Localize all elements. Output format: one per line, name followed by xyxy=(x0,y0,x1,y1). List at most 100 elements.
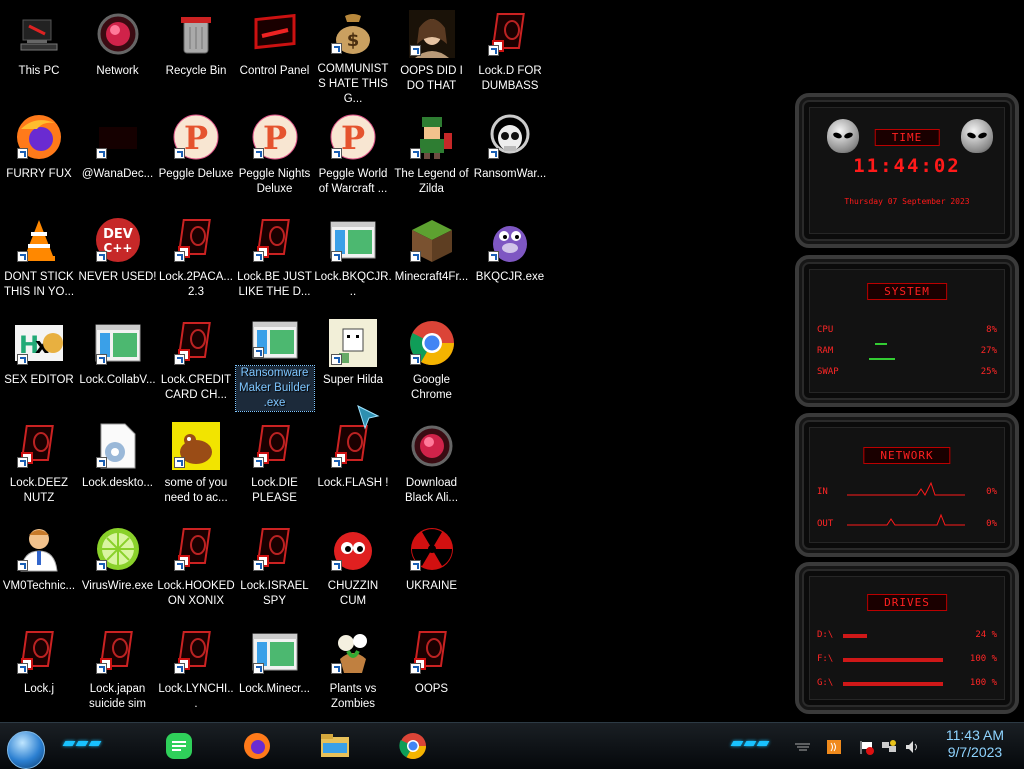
svg-text:P: P xyxy=(262,119,286,157)
desktop-icon-never-used[interactable]: DEV C++ NEVER USED! xyxy=(79,208,157,308)
shortcut-arrow-icon xyxy=(331,251,342,262)
desktop-icon-label: CHUZZIN CUM xyxy=(327,580,379,607)
desktop-icon-network[interactable]: Network xyxy=(79,2,157,102)
desktop-icon-some-of-you-need-to-ac[interactable]: some of you need to ac... xyxy=(157,414,235,514)
ram-graph xyxy=(875,343,887,345)
desktop-icon-label: Lock.deskto... xyxy=(82,477,153,489)
desktop-icon-lock-bkqcjr[interactable]: Lock.BKQCJR... xyxy=(314,208,392,308)
taskbar-clock[interactable]: 11:43 AM 9/7/2023 xyxy=(946,727,1004,761)
desktop-icon-lock-d-for-dumbass[interactable]: Lock.D FOR DUMBASS xyxy=(471,2,549,102)
desktop-icon-lock-credit-card-ch[interactable]: Lock.CREDIT CARD CH... xyxy=(157,311,235,411)
desktop-icon-lock-collabv[interactable]: Lock.CollabV... xyxy=(79,311,157,411)
shortcut-arrow-icon xyxy=(95,663,107,674)
desktop-icon-furry-fux[interactable]: FURRY FUX xyxy=(0,105,78,205)
desktop-icon-recycle-bin[interactable]: Recycle Bin xyxy=(157,2,235,102)
shortcut-arrow-icon xyxy=(331,560,342,571)
desktop-icon-label: This PC xyxy=(18,65,60,77)
desktop-icon-plants-vs-zombies[interactable]: Plants vs Zombies xyxy=(314,620,392,720)
lock-icon xyxy=(172,628,220,676)
shortcut-arrow-icon xyxy=(331,354,342,365)
desktop[interactable]: This PC FURRY FUX DONT STICK THIS IN YO...… xyxy=(0,0,785,722)
desktop-icon-vm0technic[interactable]: VM0Technic... xyxy=(0,517,78,617)
firefox-icon[interactable] xyxy=(240,729,274,763)
desktop-icon-lock-j[interactable]: Lock.j xyxy=(0,620,78,720)
desktop-icon-lock-die-please[interactable]: Lock.DIE PLEASE xyxy=(236,414,314,514)
desktop-icon-this-pc[interactable]: This PC xyxy=(0,2,78,102)
desktop-icon-ukraine[interactable]: UKRAINE xyxy=(393,517,471,617)
file-explorer-icon[interactable] xyxy=(318,729,352,763)
shortcut-arrow-icon xyxy=(174,354,185,365)
desktop-icon-minecraft4fr[interactable]: Minecraft4Fr... xyxy=(393,208,471,308)
desktop-icon-lock-be-just-like-the-d[interactable]: Lock.BE JUST LIKE THE D... xyxy=(236,208,314,308)
desktop-icon-communists-hate-this-g[interactable]: $ COMMUNISTS HATE THIS G... xyxy=(314,2,392,105)
desktop-icon-super-hilda[interactable]: Super Hilda xyxy=(314,311,392,411)
desktop-icon-peggle-nights-deluxe[interactable]: P Peggle Nights Deluxe xyxy=(236,105,314,205)
desktop-icon-peggle-world-of-warcraft[interactable]: P Peggle World of Warcraft ... xyxy=(314,105,392,205)
desktop-icon-label: FURRY FUX xyxy=(6,168,72,180)
desktop-icon-lock-israel-spy[interactable]: Lock.ISRAEL SPY xyxy=(236,517,314,617)
desktop-icon-bkqcjr-exe[interactable]: BKQCJR.exe xyxy=(471,208,549,308)
desktop-icon-lock-minecr[interactable]: Lock.Minecr... xyxy=(236,620,314,720)
desktop-icon-lock-hooked-on-xonix[interactable]: Lock.HOOKED ON XONIX xyxy=(157,517,235,617)
action-center-flag-icon[interactable] xyxy=(858,739,874,755)
desktop-icon-label: SEX EDITOR xyxy=(4,374,74,386)
network-widget-title: NETWORK xyxy=(863,447,951,464)
desktop-icon-label: Lock.D FOR DUMBASS xyxy=(478,65,542,92)
shortcut-arrow-icon xyxy=(17,148,28,159)
desktop-icon-label: @WanaDec... xyxy=(81,168,154,180)
desktop-icon-viruswire-exe[interactable]: VirusWire.exe xyxy=(79,517,157,617)
desktop-icon-ransomware-maker-builder-exe[interactable]: Ransomware Maker Builder .exe xyxy=(234,311,315,412)
desktop-icon-google-chrome[interactable]: Google Chrome xyxy=(393,311,471,411)
desktop-icon-peggle-deluxe[interactable]: P Peggle Deluxe xyxy=(157,105,235,205)
desktop-icon-chuzzin-cum[interactable]: CHUZZIN CUM xyxy=(314,517,392,617)
desktop-icon-label: Download Black Ali... xyxy=(404,477,459,504)
desktop-icon-ransomwar[interactable]: RansomWar... xyxy=(471,105,549,205)
shortcut-arrow-icon xyxy=(174,560,185,571)
desktop-icon-download-black-ali[interactable]: Download Black Ali... xyxy=(393,414,471,514)
desktop-icon-lock-lynchi[interactable]: Lock.LYNCHI... xyxy=(157,620,235,720)
desktop-icon-label: some of you need to ac... xyxy=(164,477,228,504)
drive-usage-bar xyxy=(843,682,943,686)
desktop-icon-oops-did-i-do-that[interactable]: OOPS DID I DO THAT xyxy=(393,2,471,102)
drive-value: 100 % xyxy=(969,654,997,664)
show-hidden-icons-icon[interactable] xyxy=(794,739,810,755)
window-icon xyxy=(251,628,299,676)
drive-label: F:\ xyxy=(817,654,834,664)
desktop-icon-control-panel[interactable]: Control Panel xyxy=(236,2,314,102)
shortcut-arrow-icon xyxy=(252,148,264,159)
person-icon xyxy=(15,525,63,573)
network-status-icon[interactable] xyxy=(881,739,897,755)
hilda-icon xyxy=(329,319,377,367)
alien-head-icon xyxy=(961,119,993,153)
volume-icon[interactable] xyxy=(904,739,920,755)
shortcut-arrow-icon xyxy=(95,148,107,159)
cpu-label: CPU xyxy=(817,325,834,335)
desktop-icon-wanadec[interactable]: @WanaDec... xyxy=(79,105,157,205)
messages-icon[interactable] xyxy=(162,729,196,763)
shortcut-arrow-icon xyxy=(174,663,185,674)
drive-label: G:\ xyxy=(817,678,834,688)
desktop-icon-label: Lock.DIE PLEASE xyxy=(251,477,298,504)
money-icon: $ xyxy=(329,10,377,56)
taskbar-glow-left xyxy=(62,741,102,746)
desktop-icon-dont-stick-this-in-yo[interactable]: DONT STICK THIS IN YO... xyxy=(0,208,78,308)
portrait-icon xyxy=(408,10,456,58)
net-out-value: 0% xyxy=(986,519,997,529)
window-icon xyxy=(94,319,142,367)
start-button[interactable] xyxy=(7,731,45,769)
desktop-icon-lock-deez-nutz[interactable]: Lock.DEEZ NUTZ xyxy=(0,414,78,514)
peggle-icon: P xyxy=(251,113,299,161)
desktop-icon-oops[interactable]: OOPS xyxy=(393,620,471,720)
desktop-icon-sex-editor[interactable]: Hx SEX EDITOR xyxy=(0,311,78,411)
shortcut-arrow-icon xyxy=(409,354,421,365)
desktop-icon-the-legend-of-zilda[interactable]: The Legend of Zilda xyxy=(393,105,471,205)
alien-head-icon xyxy=(827,119,859,153)
link-icon xyxy=(408,113,456,161)
window-icon xyxy=(251,319,299,360)
desktop-icon-lock-japan-suicide-sim[interactable]: Lock.japan suicide sim xyxy=(79,620,157,720)
system-widget-title: SYSTEM xyxy=(867,283,947,300)
desktop-icon-lock-2paca-2-3[interactable]: Lock.2PACA... 2.3 xyxy=(157,208,235,308)
desktop-icon-lock-deskto[interactable]: Lock.deskto... xyxy=(79,414,157,514)
java-update-icon[interactable] xyxy=(826,739,842,755)
chrome-icon[interactable] xyxy=(396,729,430,763)
